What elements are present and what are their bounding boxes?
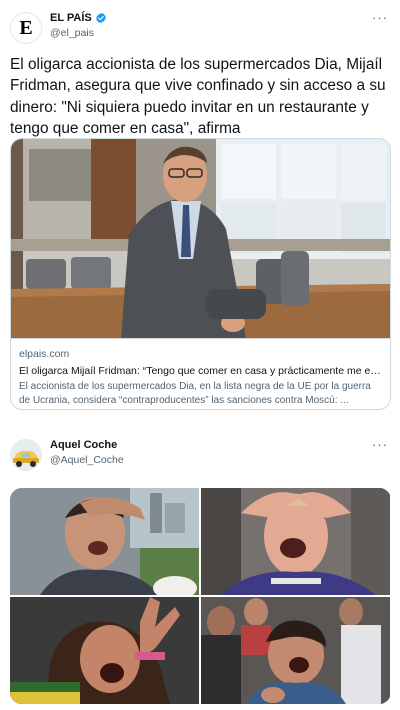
author-handle[interactable]: @Aquel_Coche bbox=[50, 454, 124, 466]
card-domain: elpais.com bbox=[19, 348, 70, 360]
tweet-aquel-coche[interactable]: Aquel Coche @Aquel_Coche ··· bbox=[0, 425, 400, 710]
media-photo-1[interactable] bbox=[10, 488, 199, 595]
more-options-icon[interactable]: ··· bbox=[372, 10, 388, 25]
tweet-el-pais[interactable]: E EL PAÍS @el_pais ··· El oligarca accio… bbox=[0, 0, 400, 425]
author-name-row[interactable]: EL PAÍS bbox=[50, 12, 107, 24]
tweet-text: El oligarca accionista de los supermerca… bbox=[10, 56, 386, 138]
card-text-area[interactable]: elpais.com El oligarca Mijaíl Fridman: “… bbox=[11, 338, 390, 409]
article-photo-illustration bbox=[11, 139, 390, 338]
more-options-icon[interactable]: ··· bbox=[372, 437, 388, 452]
el-pais-avatar[interactable]: E bbox=[10, 12, 42, 44]
card-description: El accionista de los supermercados Dia, … bbox=[19, 381, 371, 406]
link-preview-card[interactable]: elpais.com El oligarca Mijaíl Fridman: “… bbox=[10, 138, 391, 410]
media-photo-3[interactable] bbox=[10, 597, 199, 704]
author-handle[interactable]: @el_pais bbox=[50, 27, 94, 39]
author-name[interactable]: Aquel Coche bbox=[50, 439, 117, 451]
media-photo-2[interactable] bbox=[201, 488, 390, 595]
crying-crowd-photo bbox=[201, 597, 390, 704]
card-title[interactable]: El oligarca Mijaíl Fridman: “Tengo que c… bbox=[19, 364, 384, 379]
crying-man-photo bbox=[10, 488, 199, 595]
screaming-woman-photo bbox=[10, 597, 199, 704]
avatar-letter: E bbox=[19, 17, 33, 39]
car-avatar-icon bbox=[10, 439, 42, 471]
crying-boy-photo bbox=[201, 488, 390, 595]
media-grid bbox=[10, 488, 391, 704]
aquel-coche-avatar[interactable] bbox=[10, 439, 42, 471]
article-photo[interactable] bbox=[11, 139, 390, 338]
media-photo-4[interactable] bbox=[201, 597, 390, 704]
verified-badge-icon bbox=[96, 12, 106, 24]
author-name[interactable]: EL PAÍS bbox=[50, 12, 92, 24]
